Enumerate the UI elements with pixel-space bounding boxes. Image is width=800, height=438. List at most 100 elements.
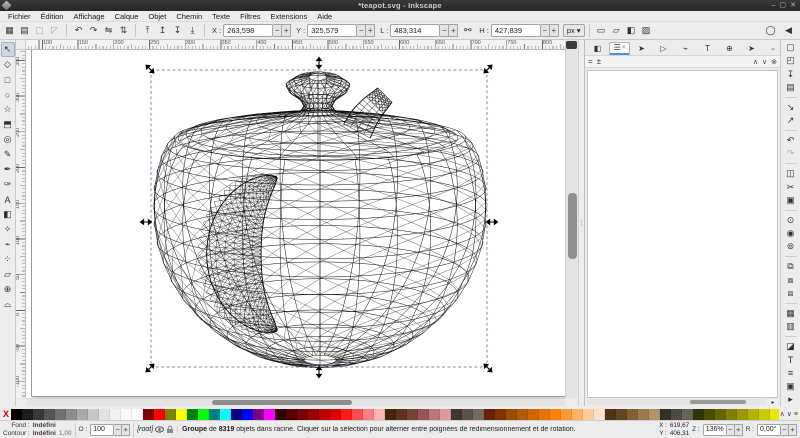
x-decrement-button[interactable]: − [273, 24, 282, 37]
tab-text[interactable]: T [697, 42, 718, 55]
save-document-button[interactable]: ↧ [783, 67, 799, 80]
color-swatch[interactable] [528, 409, 539, 420]
color-swatch[interactable] [737, 409, 748, 420]
color-swatch[interactable] [429, 409, 440, 420]
palette-menu[interactable]: ≡ [794, 411, 798, 418]
width-increment-button[interactable]: + [449, 24, 458, 37]
menu-texte[interactable]: Texte [207, 11, 235, 22]
collapse-commands-bar[interactable]: ▸ [783, 393, 799, 406]
menu-edition[interactable]: Édition [36, 11, 69, 22]
new-document-button[interactable]: ▢ [783, 41, 799, 54]
color-swatch[interactable] [121, 409, 132, 420]
color-swatch[interactable] [264, 409, 275, 420]
color-swatch[interactable] [759, 409, 770, 420]
selection-scale-handle[interactable] [317, 367, 322, 378]
import-bitmap-button[interactable]: ↘ [783, 101, 799, 114]
color-swatch[interactable] [363, 409, 374, 420]
rotation-input[interactable]: 0,00° [757, 424, 781, 436]
color-swatch[interactable] [165, 409, 176, 420]
color-swatch[interactable] [187, 409, 198, 420]
undo-button[interactable]: ↶ [783, 134, 799, 147]
opacity-input[interactable]: 100 [90, 424, 114, 436]
color-swatch[interactable] [572, 409, 583, 420]
units-dropdown[interactable]: px ▾ [563, 24, 585, 37]
zoom-drawing-button[interactable]: ◉ [783, 227, 799, 240]
dock-scrollbar-thumb[interactable] [690, 400, 746, 404]
color-swatch[interactable] [77, 409, 88, 420]
text-dialog-button[interactable]: T [783, 353, 799, 366]
dock-tab-overflow[interactable]: ⌄ [770, 44, 778, 52]
width-decrement-button[interactable]: − [440, 24, 449, 37]
raise-to-top-button[interactable]: ⤒ [140, 23, 155, 38]
fill-stroke-dialog-button[interactable]: ◪ [783, 340, 799, 353]
color-swatch[interactable] [176, 409, 187, 420]
color-swatch[interactable] [539, 409, 550, 420]
opacity-decrement-button[interactable]: − [114, 424, 122, 436]
ruler-toggle-button[interactable] [566, 41, 577, 49]
dock-scroll-arrow[interactable]: ▸ [768, 398, 778, 406]
affect-patterns-button[interactable]: ▨ [639, 23, 654, 38]
color-swatch[interactable] [484, 409, 495, 420]
color-swatch[interactable] [418, 409, 429, 420]
color-swatch[interactable] [407, 409, 418, 420]
tab-objects[interactable]: ☰× [609, 42, 630, 55]
color-swatch[interactable] [440, 409, 451, 420]
zoom-page-button[interactable]: ⊚ [783, 240, 799, 253]
selection-scale-handle[interactable] [141, 220, 152, 225]
eraser-tool[interactable]: ▱ [1, 267, 15, 282]
pencil-tool[interactable]: ✎ [1, 147, 15, 162]
color-swatch[interactable] [748, 409, 759, 420]
lower-button[interactable]: ↧ [170, 23, 185, 38]
horizontal-ruler[interactable]: 1001502002503003504004505005506006507007… [26, 40, 565, 50]
color-swatch[interactable] [462, 409, 473, 420]
menu-filtres[interactable]: Filtres [235, 11, 265, 22]
vertical-ruler[interactable]: 350300250200150100500-50-100 [16, 50, 26, 398]
affect-corners-button[interactable]: ▱ [609, 23, 624, 38]
color-swatch[interactable] [693, 409, 704, 420]
color-swatch[interactable] [297, 409, 308, 420]
unlink-clone-button[interactable]: ⧈ [783, 287, 799, 300]
color-swatch[interactable] [561, 409, 572, 420]
tab-symbols[interactable]: ➤ [741, 42, 762, 55]
menu-chemin[interactable]: Chemin [171, 11, 207, 22]
spiral-tool[interactable]: ◎ [1, 132, 15, 147]
color-swatch[interactable] [374, 409, 385, 420]
connector-tool[interactable]: ⌁ [1, 237, 15, 252]
ellipse-tool[interactable]: ○ [1, 87, 15, 102]
dock-panel-content[interactable] [587, 70, 778, 398]
menu-aide[interactable]: Aide [312, 11, 337, 22]
selection-scale-handle[interactable] [487, 220, 498, 225]
node-tool[interactable]: ◇ [1, 57, 15, 72]
rotation-decrement-button[interactable]: − [781, 424, 789, 436]
color-swatch[interactable] [286, 409, 297, 420]
box-3d-tool[interactable]: ⬒ [1, 117, 15, 132]
raise-button[interactable]: ↥ [155, 23, 170, 38]
color-swatch[interactable] [209, 409, 220, 420]
color-swatch[interactable] [638, 409, 649, 420]
x-increment-button[interactable]: + [282, 24, 291, 37]
tab-document-properties[interactable]: ▷ [653, 42, 674, 55]
selection-scale-handle[interactable] [144, 63, 155, 74]
rectangle-tool[interactable]: □ [1, 72, 15, 87]
layers-dialog-button[interactable]: ▣ [783, 380, 799, 393]
color-swatch[interactable] [352, 409, 363, 420]
dock-close[interactable]: ⊗ [771, 58, 777, 66]
zoom-decrement-button[interactable]: − [727, 424, 735, 436]
color-swatch[interactable] [671, 409, 682, 420]
horizontal-scrollbar-thumb[interactable] [212, 400, 352, 405]
no-color-swatch[interactable]: X [1, 409, 11, 420]
zoom-increment-button[interactable]: + [735, 424, 743, 436]
color-swatch[interactable] [660, 409, 671, 420]
color-swatch[interactable] [220, 409, 231, 420]
layer-visibility-eye-icon[interactable] [155, 425, 164, 434]
selection-bounding-box[interactable] [151, 70, 487, 367]
dock-pin[interactable]: ± [597, 57, 601, 66]
affect-gradients-button[interactable]: ◧ [624, 23, 639, 38]
height-increment-button[interactable]: + [550, 24, 559, 37]
selection-scale-handle[interactable] [317, 58, 322, 69]
create-clone-button[interactable]: ⧇ [783, 273, 799, 286]
minimize-button[interactable]: – [772, 1, 776, 10]
rotate-90-cw-button[interactable]: ↷ [86, 23, 101, 38]
collapse-toolbar[interactable]: ◀ [781, 23, 796, 38]
color-swatch[interactable] [242, 409, 253, 420]
